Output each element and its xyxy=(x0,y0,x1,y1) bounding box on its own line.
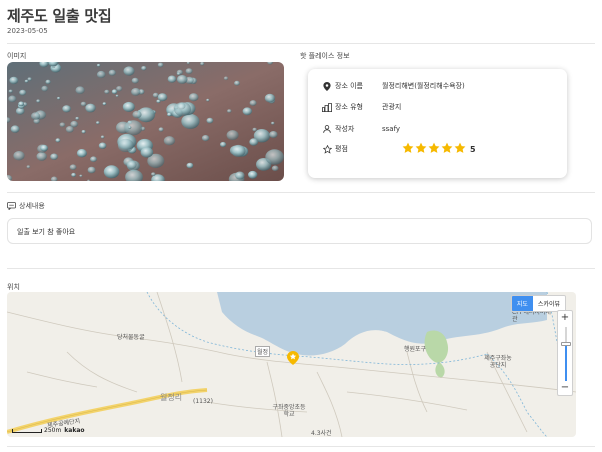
divider xyxy=(7,43,595,44)
rating-stars xyxy=(402,142,467,154)
place-name-value: 월정리해변(월정리해수욕장) xyxy=(382,82,465,90)
map-label: 월정 xyxy=(255,346,271,357)
zoom-out-button[interactable]: − xyxy=(558,382,572,394)
place-type-value: 관광지 xyxy=(382,103,402,111)
kakao-map[interactable]: 당처물동굴 월정리 (1132) 구좌중앙초등학교 4.3사건 제주공예단지 제… xyxy=(7,292,576,437)
user-icon xyxy=(322,124,332,134)
zoom-in-button[interactable]: + xyxy=(558,312,572,324)
author-value: ssafy xyxy=(382,125,401,133)
zoom-slider-handle[interactable] xyxy=(561,342,571,346)
map-label: 행원포구 xyxy=(404,346,427,353)
map-label: 구좌중앙초등학교 xyxy=(272,404,306,418)
hotplace-info-card: 장소 이름 월정리해변(월정리해수욕장) 장소 유형 관광지 작성자 ssafy… xyxy=(308,69,567,178)
building-icon xyxy=(322,102,332,112)
rating-label: 평점 xyxy=(335,145,348,153)
divider xyxy=(7,446,595,447)
post-title: 제주도 일출 맛집 xyxy=(7,7,112,25)
star-outline-icon xyxy=(322,144,332,154)
map-type-skyview-button[interactable]: 스카이뷰 xyxy=(532,296,565,311)
location-pin-icon xyxy=(322,81,332,91)
map-label: (1132) xyxy=(193,398,213,405)
rating-star-icon xyxy=(454,142,466,153)
place-type-label: 장소 유형 xyxy=(335,103,363,111)
location-section-label: 위치 xyxy=(7,283,20,291)
rating-star-icon xyxy=(428,142,440,153)
detail-label-text: 상세내용 xyxy=(19,202,45,210)
rating-star-icon xyxy=(441,142,453,153)
location-marker-icon[interactable] xyxy=(287,350,299,369)
rating-value: 5 xyxy=(470,144,476,154)
detail-section-label: 상세내용 xyxy=(7,201,45,211)
image-section-label: 이미지 xyxy=(7,52,27,60)
place-name-row: 장소 이름 월정리해변(월정리해수욕장) xyxy=(322,80,465,92)
map-label: 제주구좌농공단지 xyxy=(484,355,512,369)
author-label: 작성자 xyxy=(335,125,355,133)
author-row: 작성자 ssafy xyxy=(322,123,400,135)
scale-bar xyxy=(12,428,42,433)
rating-star-icon xyxy=(402,142,414,153)
zoom-level-fill xyxy=(565,344,567,381)
zoom-control: + − xyxy=(557,310,573,396)
kakao-logo: kakao xyxy=(64,427,85,434)
divider xyxy=(7,192,595,193)
rating-row: 평점 5 xyxy=(322,142,552,155)
scale-label: 250m xyxy=(44,427,62,434)
detail-content: 일출 보기 참 좋아요 xyxy=(7,218,592,244)
map-scale: 250m kakao xyxy=(12,427,85,434)
map-label: 당처물동굴 xyxy=(117,334,145,341)
post-date: 2023-05-05 xyxy=(7,27,48,35)
message-icon xyxy=(7,202,16,210)
map-label: 4.3사건 xyxy=(311,430,332,437)
place-photo xyxy=(7,62,284,181)
map-label: 월정리 xyxy=(160,393,183,402)
place-name-label: 장소 이름 xyxy=(335,82,363,90)
divider xyxy=(7,268,595,269)
hotplace-section-label: 핫 플레이스 정보 xyxy=(300,52,350,60)
place-type-row: 장소 유형 관광지 xyxy=(322,101,401,113)
rating-star-icon xyxy=(415,142,427,153)
map-type-map-button[interactable]: 지도 xyxy=(511,296,533,311)
